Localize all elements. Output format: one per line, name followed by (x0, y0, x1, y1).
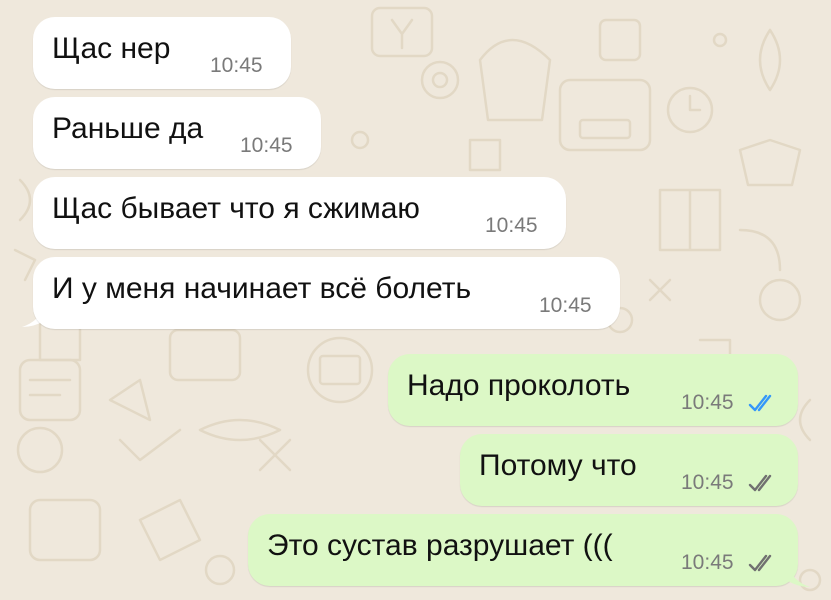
incoming-message-bubble[interactable]: Щас нер 10:45 (33, 17, 291, 89)
message-timestamp: 10:45 (240, 134, 293, 157)
double-check-delivered-icon (748, 554, 772, 572)
message-text: Это сустав разрушает ((( (267, 529, 613, 562)
message-timestamp: 10:45 (681, 391, 734, 414)
incoming-message-bubble[interactable]: Раньше да 10:45 (33, 97, 321, 169)
message-timestamp: 10:45 (485, 214, 538, 237)
double-check-delivered-icon (748, 474, 772, 492)
message-text: И у меня начинает всё болеть (52, 272, 472, 305)
incoming-message-bubble[interactable]: Щас бывает что я сжимаю 10:45 (33, 177, 566, 249)
message-timestamp: 10:45 (681, 471, 734, 494)
message-text: Щас бывает что я сжимаю (52, 192, 420, 225)
incoming-message-bubble[interactable]: И у меня начинает всё болеть 10:45 (33, 257, 620, 329)
double-check-read-icon (748, 394, 772, 412)
message-text: Потому что (479, 449, 637, 482)
message-timestamp: 10:45 (539, 294, 592, 317)
outgoing-message-bubble[interactable]: Надо проколоть 10:45 (388, 354, 798, 426)
bubble-tail (788, 565, 810, 587)
message-text: Надо проколоть (407, 369, 631, 402)
chat-message-list: Щас нер 10:45 Раньше да 10:45 Щас бывает… (0, 0, 831, 600)
message-timestamp: 10:45 (681, 551, 734, 574)
message-text: Щас нер (52, 32, 171, 65)
message-timestamp: 10:45 (210, 54, 263, 77)
message-text: Раньше да (52, 112, 204, 145)
outgoing-message-bubble[interactable]: Это сустав разрушает ((( 10:45 (248, 514, 798, 586)
outgoing-message-bubble[interactable]: Потому что 10:45 (460, 434, 798, 506)
